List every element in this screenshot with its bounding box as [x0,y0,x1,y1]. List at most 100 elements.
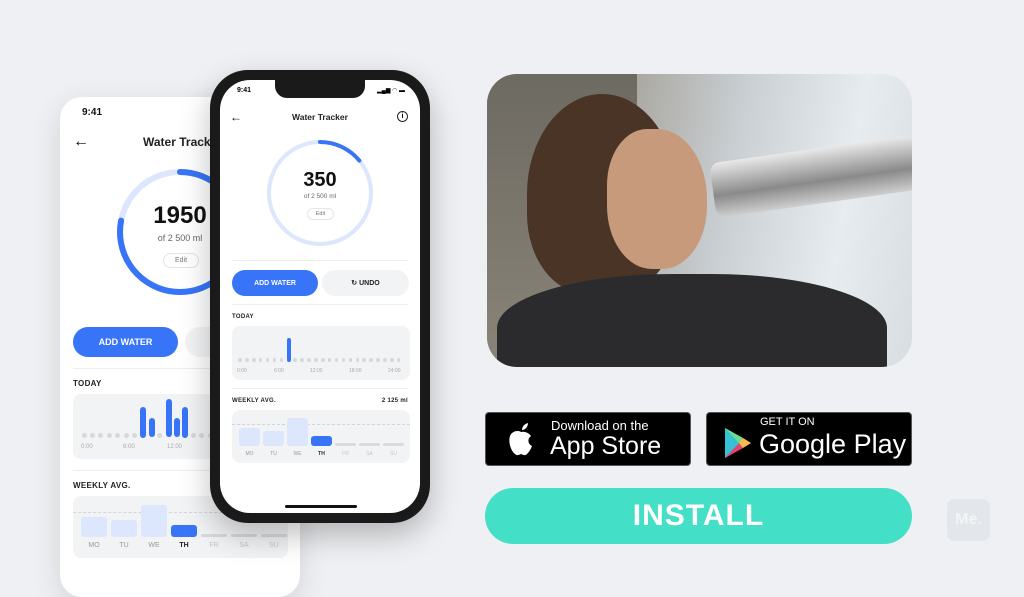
axis-label: 12:00 [167,444,183,450]
today-dot [252,358,256,362]
today-dot [300,358,304,362]
today-dot [190,432,196,438]
today-dot [334,358,339,362]
brand-logo: Me. [947,499,990,541]
today-dot [362,358,366,362]
weekly-value: 2 125 ml [381,398,408,404]
today-dot [157,432,163,438]
undo-button[interactable]: ↻ UNDO [322,270,409,296]
today-dot [115,432,121,438]
day-label: SU [269,542,279,549]
today-dot [355,358,360,362]
today-dot [279,358,284,362]
axis-label: 24:00 [388,368,401,374]
axis-label: 0:00 [81,444,93,450]
status-icons: ▂▄▆ ◠ ▬ [377,88,406,94]
weekly-chart: MO TU WE TH FR SA SU [232,410,410,463]
weekly-bar [141,505,167,537]
add-water-button[interactable]: ADD WATER [232,270,318,296]
edit-button[interactable]: Edit [307,208,334,220]
day-label: TU [119,542,129,549]
info-icon[interactable]: i [397,111,408,122]
google-play-badge[interactable]: GET IT ON Google Play [706,412,912,466]
today-chart: 0:00 6:00 12:00 18:00 24:00 [232,326,410,380]
today-dot [131,432,137,438]
divider [232,304,408,305]
water-bottle [709,135,912,218]
install-button[interactable]: INSTALL [485,488,912,544]
weekly-bar [335,443,356,446]
today-dot [123,432,129,438]
today-dot [348,358,353,362]
axis-label: 12:00 [310,368,323,374]
today-dot [341,358,346,362]
today-dot [258,358,263,362]
day-label: WE [148,542,160,549]
axis-label: 18:00 [349,368,362,374]
notch [275,80,365,98]
weekly-bar [231,534,257,537]
amount: 350 [303,169,337,191]
google-play-icon [725,428,751,458]
google-play-big: Google Play [759,429,907,459]
google-play-small: GET IT ON [760,416,815,428]
today-dot [376,358,380,362]
day-label: SA [366,451,373,457]
day-label: TU [270,451,277,457]
divider [232,260,408,261]
today-dot [98,432,104,438]
day-label: SA [239,542,249,549]
today-dot [199,432,205,438]
status-time: 9:41 [82,107,103,118]
today-dot [272,358,277,362]
today-dot [265,358,270,362]
day-label: FR [209,542,219,549]
page-title: Water Tracker [292,112,348,122]
today-dot [369,358,373,362]
day-label: TH [318,451,325,457]
hero-photo [487,74,912,367]
weekly-bar [383,443,404,446]
weekly-bar [239,428,260,446]
weekly-label: WEEKLY AVG. [232,398,276,404]
weekly-bar [201,534,227,537]
weekly-bar [171,525,197,537]
today-dot [293,358,297,362]
axis-label: 0:00 [237,368,247,374]
weekly-bar [81,516,107,537]
app-store-badge[interactable]: Download on the App Store [485,412,691,466]
weekly-bar [311,435,332,446]
today-bar [148,418,155,438]
day-label: WE [293,451,302,457]
front-phone: 9:41 ▂▄▆ ◠ ▬ ← Water Tracker i 350 of 2 … [210,70,430,523]
weekly-bar [111,520,137,537]
weekly-label: WEEKLY AVG. [73,481,131,490]
home-indicator [285,505,357,508]
today-bar [140,407,147,438]
today-label: TODAY [232,314,254,320]
weekly-bar [287,418,308,446]
today-dot [245,358,249,362]
today-dot [327,358,332,362]
today-dot [89,432,95,438]
today-bar [173,418,180,438]
weekly-bar [263,431,284,446]
today-label: TODAY [73,379,102,388]
back-arrow-icon[interactable]: ← [73,133,89,151]
today-dot [390,358,394,362]
goal: of 2 500 ml [303,193,337,200]
average-line [232,424,410,426]
app-store-big: App Store [550,432,662,460]
today-dot [396,358,401,362]
today-dot [383,358,387,362]
add-water-button[interactable]: ADD WATER [73,327,178,357]
apple-logo-icon [509,423,532,456]
today-dot [314,358,318,362]
phone-screen: 9:41 ▂▄▆ ◠ ▬ ← Water Tracker i 350 of 2 … [220,80,420,513]
today-dot [307,358,311,362]
edit-button[interactable]: Edit [163,253,199,268]
axis-label: 6:00 [123,444,135,450]
day-label: SU [390,451,397,457]
today-bar [286,338,292,362]
divider [232,388,408,389]
